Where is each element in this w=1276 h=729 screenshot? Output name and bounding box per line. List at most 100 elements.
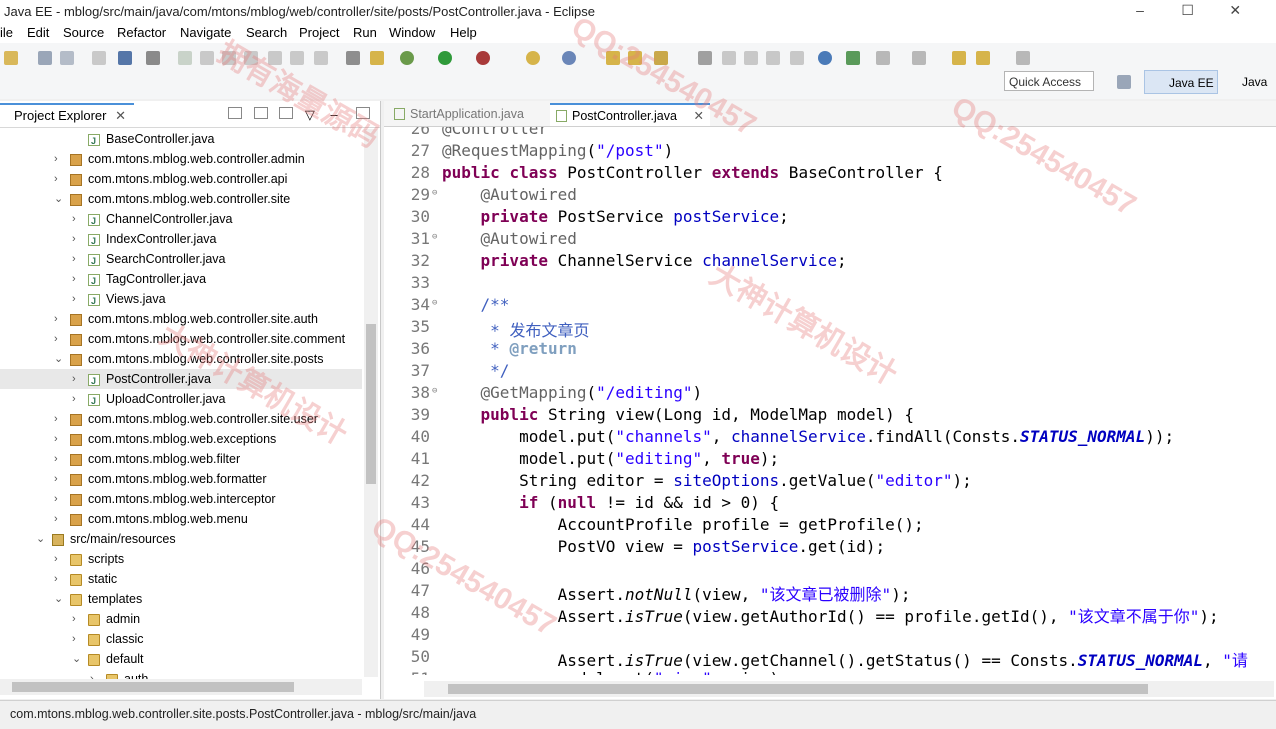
forward-icon[interactable] bbox=[1016, 51, 1030, 65]
code-line[interactable]: PostVO view = postService.get(id); bbox=[442, 537, 886, 556]
link-with-editor-icon[interactable] bbox=[253, 107, 268, 119]
scrollbar-thumb[interactable] bbox=[366, 324, 376, 484]
filter-icon[interactable] bbox=[279, 107, 294, 119]
code-line[interactable]: AccountProfile profile = getProfile(); bbox=[442, 515, 924, 534]
code-line[interactable]: public String view(Long id, ModelMap mod… bbox=[442, 405, 914, 424]
tree-item[interactable]: › com.mtons.mblog.web.controller.api bbox=[0, 169, 362, 189]
menu-file[interactable]: ile bbox=[0, 25, 13, 40]
tree-item[interactable]: › com.mtons.mblog.web.controller.site.aut… bbox=[0, 309, 362, 329]
collapsed-arrow-icon[interactable]: › bbox=[72, 389, 82, 409]
tree-item[interactable]: › com.mtons.mblog.web.filter bbox=[0, 449, 362, 469]
expanded-arrow-icon[interactable]: ⌄ bbox=[54, 589, 64, 609]
tree-item[interactable]: › auth bbox=[0, 669, 362, 679]
tree-item[interactable]: › com.mtons.mblog.web.controller.admin bbox=[0, 149, 362, 169]
disconnect-icon[interactable] bbox=[244, 51, 258, 65]
menu-help[interactable]: Help bbox=[450, 25, 477, 40]
tree-item[interactable]: › com.mtons.mblog.web.menu bbox=[0, 509, 362, 529]
server-icon[interactable] bbox=[370, 51, 384, 65]
code-line[interactable]: @Autowired bbox=[442, 229, 577, 248]
project-explorer-tab[interactable]: Project Explorer ✕ bbox=[0, 103, 134, 127]
menu-source[interactable]: Source bbox=[63, 25, 104, 40]
pin-icon[interactable] bbox=[722, 51, 736, 65]
open-perspective-icon[interactable] bbox=[1117, 75, 1131, 89]
quick-access-input[interactable]: Quick Access bbox=[1004, 71, 1094, 91]
code-line[interactable]: @RequestMapping("/post") bbox=[442, 141, 673, 160]
tree-item[interactable]: › SearchController.java bbox=[0, 249, 362, 271]
collapsed-arrow-icon[interactable]: › bbox=[54, 149, 64, 169]
fold-icon[interactable]: ⊖ bbox=[432, 298, 437, 308]
tree-item[interactable]: ⌄ templates bbox=[0, 589, 362, 609]
collapsed-arrow-icon[interactable]: › bbox=[54, 469, 64, 489]
deploy-icon[interactable] bbox=[846, 51, 860, 65]
show-whitespace-icon[interactable] bbox=[790, 51, 804, 65]
toggle-mark-icon[interactable] bbox=[698, 51, 712, 65]
collapsed-arrow-icon[interactable]: › bbox=[72, 249, 82, 269]
tree-item[interactable]: ⌄ com.mtons.mblog.web.controller.site.pos… bbox=[0, 349, 362, 369]
open-task-icon[interactable] bbox=[628, 51, 642, 65]
run-icon[interactable] bbox=[438, 51, 452, 65]
next-annotation-icon[interactable] bbox=[876, 51, 890, 65]
search-icon[interactable] bbox=[654, 51, 668, 65]
word-wrap-icon[interactable] bbox=[766, 51, 780, 65]
code-line[interactable]: Assert.isTrue(view.getChannel().getStatu… bbox=[442, 647, 1248, 671]
annotation-icon[interactable] bbox=[744, 51, 758, 65]
collapsed-arrow-icon[interactable]: › bbox=[72, 209, 82, 229]
suspend-icon[interactable] bbox=[200, 51, 214, 65]
collapsed-arrow-icon[interactable]: › bbox=[54, 169, 64, 189]
resume-icon[interactable] bbox=[178, 51, 192, 65]
menu-refactor[interactable]: Refactor bbox=[117, 25, 166, 40]
collapse-all-icon[interactable] bbox=[228, 107, 242, 119]
tree-item[interactable]: › com.mtons.mblog.web.controller.site.use… bbox=[0, 409, 362, 429]
menu-window[interactable]: Window bbox=[389, 25, 435, 40]
collapsed-arrow-icon[interactable]: › bbox=[54, 409, 64, 429]
scrollbar-thumb[interactable] bbox=[448, 684, 1148, 694]
code-line[interactable]: if (null != id && id > 0) { bbox=[442, 493, 779, 512]
menu-project[interactable]: Project bbox=[299, 25, 339, 40]
collapsed-arrow-icon[interactable]: › bbox=[72, 269, 82, 289]
code-line[interactable]: model.put("channels", channelService.fin… bbox=[442, 427, 1174, 446]
maximize-icon[interactable] bbox=[356, 107, 371, 119]
new-server-icon[interactable] bbox=[526, 51, 540, 65]
menu-navigate[interactable]: Navigate bbox=[180, 25, 231, 40]
collapsed-arrow-icon[interactable]: › bbox=[54, 309, 64, 329]
terminate-icon[interactable] bbox=[222, 51, 236, 65]
fold-icon[interactable]: ⊖ bbox=[432, 386, 437, 396]
menu-search[interactable]: Search bbox=[246, 25, 287, 40]
scrollbar-thumb[interactable] bbox=[12, 682, 294, 692]
close-icon[interactable]: ✕ bbox=[1213, 2, 1257, 20]
tab-post-controller[interactable]: PostController.java ✕ bbox=[550, 103, 710, 126]
tree-item[interactable]: › PostController.java bbox=[0, 369, 362, 391]
maximize-icon[interactable]: ☐ bbox=[1166, 2, 1210, 20]
save-icon[interactable] bbox=[38, 51, 52, 65]
external-tools-icon[interactable] bbox=[476, 51, 490, 65]
menu-run[interactable]: Run bbox=[353, 25, 377, 40]
code-line[interactable]: /** bbox=[442, 295, 510, 314]
collapsed-arrow-icon[interactable]: › bbox=[54, 509, 64, 529]
back-icon[interactable] bbox=[976, 51, 990, 65]
fold-icon[interactable]: ⊖ bbox=[432, 232, 437, 242]
collapsed-arrow-icon[interactable]: › bbox=[72, 229, 82, 249]
tree-vertical-scrollbar[interactable] bbox=[364, 129, 378, 677]
code-area[interactable]: 26 @Controller 27 @RequestMapping("/post") 2… bbox=[384, 127, 1276, 675]
collapsed-arrow-icon[interactable]: › bbox=[54, 429, 64, 449]
code-line[interactable]: String editor = siteOptions.getValue("ed… bbox=[442, 471, 972, 490]
globe-icon[interactable] bbox=[818, 51, 832, 65]
open-type-icon[interactable] bbox=[606, 51, 620, 65]
tree-horizontal-scrollbar[interactable] bbox=[0, 679, 362, 695]
tree-item[interactable]: › TagController.java bbox=[0, 269, 362, 291]
collapsed-arrow-icon[interactable]: › bbox=[72, 369, 82, 389]
collapsed-arrow-icon[interactable]: › bbox=[72, 289, 82, 309]
editor-horizontal-scrollbar[interactable] bbox=[424, 681, 1274, 697]
view-menu-icon[interactable]: ▽ bbox=[305, 107, 319, 122]
expanded-arrow-icon[interactable]: ⌄ bbox=[72, 649, 82, 669]
step-return-icon[interactable] bbox=[314, 51, 328, 65]
tree-item[interactable]: › com.mtons.mblog.web.formatter bbox=[0, 469, 362, 489]
code-line[interactable]: @GetMapping("/editing") bbox=[442, 383, 703, 402]
collapsed-arrow-icon[interactable]: › bbox=[72, 609, 82, 629]
code-line[interactable]: * 发布文章页 bbox=[442, 317, 589, 341]
minimize-icon[interactable]: – bbox=[331, 107, 345, 122]
tree-item[interactable]: › com.mtons.mblog.web.controller.site.com… bbox=[0, 329, 362, 349]
tree-item[interactable]: › static bbox=[0, 569, 362, 589]
perspective-java-ee[interactable]: Java EE bbox=[1144, 70, 1218, 94]
code-line[interactable]: Assert.notNull(view, "该文章已被删除"); bbox=[442, 581, 911, 605]
